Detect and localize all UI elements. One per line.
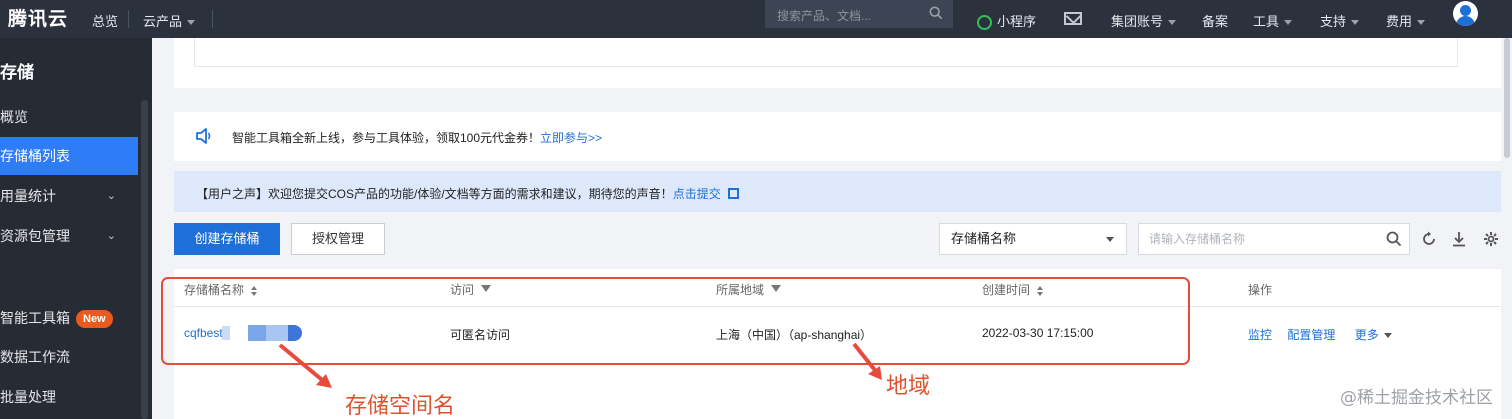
user-avatar[interactable] bbox=[1453, 1, 1478, 26]
nav-beian[interactable]: 备案 bbox=[1202, 11, 1228, 30]
chevron-down-icon: ⌄ bbox=[106, 230, 116, 242]
nav-divider bbox=[212, 10, 213, 28]
bucket-search[interactable] bbox=[1138, 223, 1410, 255]
feedback-link[interactable]: 点击提交 bbox=[673, 187, 721, 201]
sidebar-item-overview[interactable]: 概览 bbox=[0, 98, 138, 136]
main-scrollbar[interactable] bbox=[1504, 38, 1512, 419]
feedback-banner: 【用户之声】欢迎您提交COS产品的功能/体验/文档等方面的需求和建议，期待您的声… bbox=[174, 171, 1501, 212]
annotation-region: 地域 bbox=[886, 374, 931, 399]
sidebar-item-bucket-list[interactable]: 存储桶列表 bbox=[0, 137, 138, 175]
chevron-down-icon bbox=[1383, 333, 1392, 339]
promo-text-line: 智能工具箱全新上线，参与工具体验，领取100元代金券！立即参与>> bbox=[232, 129, 602, 146]
chevron-down-icon bbox=[1168, 20, 1177, 26]
new-badge: New bbox=[76, 310, 113, 329]
nav-support[interactable]: 支持 bbox=[1320, 11, 1360, 30]
nav-tools[interactable]: 工具 bbox=[1253, 11, 1293, 30]
sidebar-item-label: 资源包管理 bbox=[0, 228, 70, 244]
nav-billing-label: 费用 bbox=[1386, 14, 1413, 29]
top-panel-inner bbox=[194, 38, 1458, 67]
sidebar-item-workflow[interactable]: 数据工作流 bbox=[0, 338, 138, 376]
more-link[interactable]: 更多 bbox=[1355, 328, 1392, 342]
sidebar-scrollbar[interactable] bbox=[141, 100, 148, 419]
refresh-icon[interactable] bbox=[1421, 231, 1437, 247]
promo-link[interactable]: 立即参与>> bbox=[540, 131, 602, 145]
column-actions: 操作 bbox=[1248, 283, 1273, 297]
chevron-down-icon bbox=[1417, 20, 1426, 26]
download-icon[interactable] bbox=[1451, 231, 1467, 247]
tencent-cloud-logo[interactable]: 腾讯云 bbox=[8, 4, 68, 31]
config-link[interactable]: 配置管理 bbox=[1287, 328, 1335, 342]
sidebar-item-label: 概览 bbox=[0, 109, 28, 125]
sidebar-item-usage[interactable]: 用量统计 ⌄ bbox=[0, 177, 138, 215]
nav-overview[interactable]: 总览 bbox=[92, 11, 118, 30]
nav-divider bbox=[128, 10, 129, 28]
feedback-text: 【用户之声】欢迎您提交COS产品的功能/体验/文档等方面的需求和建议，期待您的声… bbox=[196, 187, 673, 201]
chevron-down-icon bbox=[1106, 237, 1114, 242]
top-navbar: 腾讯云 总览 云产品 搜索产品、文档... 小程序 集团账号 备案 工具 支持 … bbox=[0, 0, 1512, 38]
auth-management-button[interactable]: 授权管理 bbox=[291, 223, 385, 255]
nav-miniprogram-label: 小程序 bbox=[997, 14, 1037, 29]
top-panel bbox=[174, 38, 1501, 88]
sidebar-item-resource-packs[interactable]: 资源包管理 ⌄ bbox=[0, 217, 138, 255]
sidebar-title: 存储 bbox=[0, 63, 34, 82]
avatar-body bbox=[1456, 16, 1475, 26]
annotation-bucket-name: 存储空间名 bbox=[345, 394, 456, 419]
chevron-down-icon bbox=[1351, 20, 1360, 26]
arrow-annotation-name bbox=[278, 343, 332, 388]
gear-icon[interactable] bbox=[1483, 231, 1499, 247]
external-link-icon[interactable] bbox=[727, 188, 739, 199]
create-bucket-button[interactable]: 创建存储桶 bbox=[174, 223, 280, 255]
global-search-input[interactable]: 搜索产品、文档... bbox=[777, 7, 871, 24]
nav-products[interactable]: 云产品 bbox=[143, 11, 196, 30]
nav-billing[interactable]: 费用 bbox=[1386, 11, 1426, 30]
promo-text: 智能工具箱全新上线，参与工具体验，领取100元代金券！ bbox=[232, 131, 541, 145]
nav-products-label: 云产品 bbox=[143, 14, 183, 29]
sidebar-item-toolbox[interactable]: 智能工具箱 New bbox=[0, 299, 138, 337]
sidebar-item-label: 批量处理 bbox=[0, 389, 56, 405]
more-link-label: 更多 bbox=[1354, 328, 1379, 342]
nav-group-account[interactable]: 集团账号 bbox=[1111, 11, 1177, 30]
sidebar-item-batch[interactable]: 批量处理 bbox=[0, 378, 138, 416]
main-scrollbar-thumb[interactable] bbox=[1504, 38, 1510, 158]
speaker-icon bbox=[196, 128, 211, 144]
sidebar-item-label: 智能工具箱 bbox=[0, 310, 70, 326]
sidebar: 存储 概览 存储桶列表 用量统计 ⌄ 资源包管理 ⌄ 智能工具箱 New 数据工作流 … bbox=[0, 38, 152, 419]
monitor-link[interactable]: 监控 bbox=[1248, 328, 1272, 342]
avatar-head bbox=[1460, 5, 1471, 16]
nav-support-label: 支持 bbox=[1320, 14, 1347, 29]
promo-banner: 智能工具箱全新上线，参与工具体验，领取100元代金券！立即参与>> bbox=[174, 112, 1501, 161]
watermark: @稀土掘金技术社区 bbox=[1340, 388, 1493, 408]
bucket-search-input[interactable] bbox=[1149, 230, 1369, 248]
chevron-down-icon bbox=[187, 20, 196, 26]
search-icon[interactable] bbox=[929, 6, 943, 20]
mail-icon[interactable] bbox=[1064, 12, 1082, 25]
chevron-down-icon bbox=[1284, 20, 1293, 26]
actions-cell: 监控 配置管理 更多 bbox=[1248, 326, 1392, 343]
nav-miniprogram[interactable]: 小程序 bbox=[977, 11, 1037, 31]
sidebar-item-label: 用量统计 bbox=[0, 188, 56, 204]
search-field-select-value: 存储桶名称 bbox=[951, 231, 1017, 246]
sidebar-item-label: 数据工作流 bbox=[0, 349, 70, 365]
global-search[interactable]: 搜索产品、文档... bbox=[765, 0, 953, 28]
nav-tools-label: 工具 bbox=[1253, 14, 1280, 29]
chevron-down-icon: ⌄ bbox=[106, 190, 116, 202]
sidebar-item-label: 存储桶列表 bbox=[0, 148, 70, 164]
search-icon[interactable] bbox=[1386, 231, 1402, 247]
nav-group-account-label: 集团账号 bbox=[1111, 14, 1164, 29]
feedback-text-line: 【用户之声】欢迎您提交COS产品的功能/体验/文档等方面的需求和建议，期待您的声… bbox=[196, 185, 739, 202]
miniprogram-icon bbox=[977, 15, 992, 31]
search-field-select[interactable]: 存储桶名称 bbox=[939, 223, 1127, 255]
